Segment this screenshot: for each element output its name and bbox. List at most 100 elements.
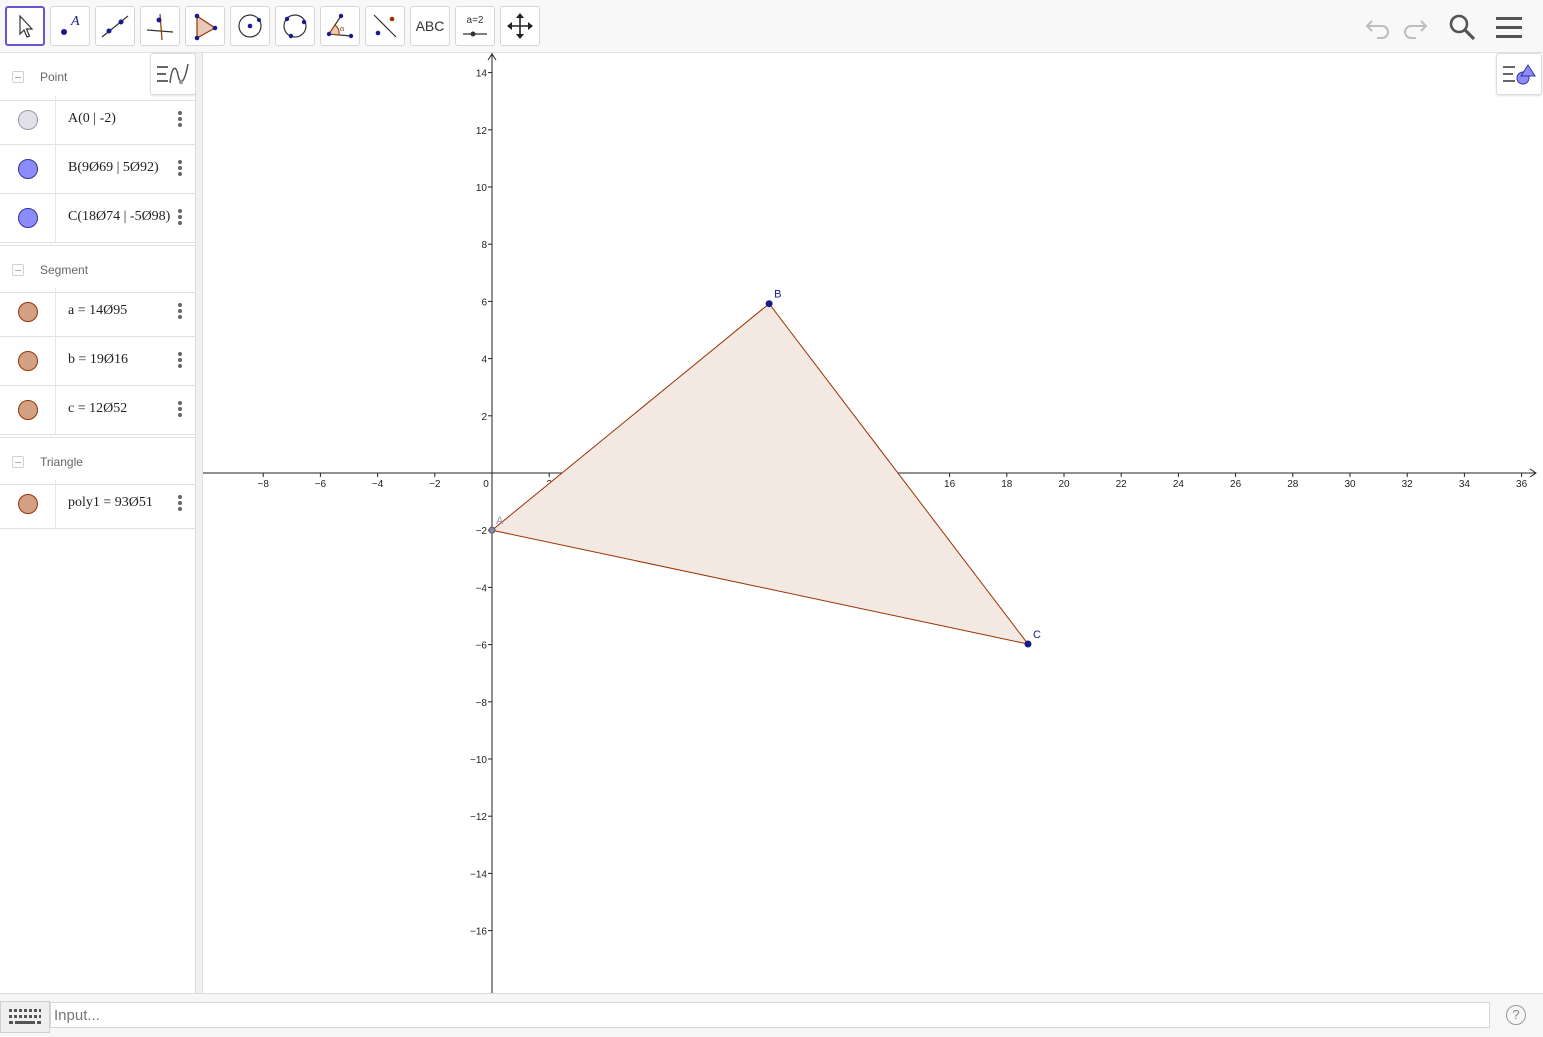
algebra-value[interactable]: C(18Ø74 | -5Ø98) (68, 209, 178, 225)
circle-three-points-icon (283, 14, 307, 39)
y-tick-label: −6 (476, 641, 488, 652)
svg-text:α: α (340, 24, 345, 33)
algebra-input-field[interactable] (50, 1002, 1490, 1028)
line-through-two-points-icon (101, 15, 129, 38)
slider-icon-label: a=2 (466, 15, 484, 26)
visibility-toggle-icon[interactable] (18, 494, 38, 514)
algebra-item-C[interactable]: C(18Ø74 | -5Ø98) (0, 194, 195, 243)
algebra-item-b[interactable]: b = 19Ø16 (0, 337, 195, 386)
move-graphics-tool-button[interactable] (500, 6, 540, 46)
algebra-item-B[interactable]: B(9Ø69 | 5Ø92) (0, 145, 195, 194)
point-tool-button[interactable]: A (50, 6, 90, 46)
algebra-value[interactable]: b = 19Ø16 (68, 352, 178, 368)
reflect-about-line-icon (373, 14, 397, 38)
group-title: Point (40, 70, 68, 84)
marble-cell (0, 288, 56, 336)
visibility-toggle-icon[interactable] (18, 302, 38, 322)
line-tool-button[interactable] (95, 6, 135, 46)
algebra-item-a[interactable]: a = 14Ø95 (0, 288, 195, 337)
point-A[interactable] (488, 526, 496, 534)
circle-center-point-icon (238, 14, 262, 38)
move-tool-button[interactable] (5, 6, 45, 46)
view-divider[interactable] (196, 53, 203, 993)
y-tick-label: 8 (481, 240, 487, 251)
circle-three-points-tool-button[interactable] (275, 6, 315, 46)
algebra-style-bar-button[interactable] (150, 53, 196, 95)
marble-cell (0, 194, 56, 242)
triangle-poly1[interactable] (490, 302, 1030, 645)
x-tick-label: 22 (1116, 479, 1128, 490)
triangle-polygon[interactable] (490, 302, 1030, 645)
redo-button[interactable] (1398, 10, 1432, 44)
text-tool-button[interactable]: ABC (410, 6, 450, 46)
visibility-toggle-icon[interactable] (18, 159, 38, 179)
y-tick-label: −10 (470, 755, 487, 766)
help-icon[interactable]: ? (1506, 1005, 1526, 1025)
x-tick-label: 34 (1459, 479, 1471, 490)
point-label-B: B (774, 289, 781, 301)
reflect-tool-button[interactable] (365, 6, 405, 46)
point-C[interactable] (1024, 640, 1032, 648)
algebra-view: Point A(0 | -2) B(9Ø69 | 5Ø92) C(18Ø74 |… (0, 53, 196, 993)
algebra-value[interactable]: B(9Ø69 | 5Ø92) (68, 160, 178, 176)
y-tick-label: −8 (476, 698, 488, 709)
algebra-item-poly1[interactable]: poly1 = 93Ø51 (0, 480, 195, 529)
graphics-canvas[interactable]: −8−6−4−202468101214161820222426283032343… (203, 53, 1543, 993)
more-options-icon[interactable] (177, 158, 183, 180)
main-menu-button[interactable] (1492, 10, 1526, 44)
collapse-icon[interactable] (12, 456, 24, 468)
x-tick-label: −4 (372, 479, 384, 490)
algebra-value[interactable]: poly1 = 93Ø51 (68, 495, 178, 511)
more-options-icon[interactable] (177, 207, 183, 229)
y-tick-label: 10 (476, 183, 488, 194)
input-bar: ? (0, 993, 1543, 1037)
angle-icon: α (326, 13, 354, 39)
y-tick-label: 6 (481, 297, 487, 308)
collapse-icon[interactable] (12, 264, 24, 276)
graphics-view[interactable]: −8−6−4−202468101214161820222426283032343… (203, 53, 1543, 993)
visibility-toggle-icon[interactable] (18, 351, 38, 371)
visibility-toggle-icon[interactable] (18, 400, 38, 420)
marble-cell (0, 386, 56, 434)
group-title: Segment (40, 263, 89, 277)
algebra-value[interactable]: c = 12Ø52 (68, 401, 178, 417)
more-options-icon[interactable] (177, 301, 183, 323)
visibility-toggle-icon[interactable] (18, 208, 38, 228)
redo-icon (1404, 20, 1428, 39)
more-options-icon[interactable] (177, 493, 183, 515)
algebra-value[interactable]: A(0 | -2) (68, 111, 178, 127)
collapse-icon[interactable] (12, 71, 24, 83)
more-options-icon[interactable] (177, 109, 183, 131)
group-header-triangle[interactable]: Triangle (0, 437, 195, 485)
angle-tool-button[interactable]: α (320, 6, 360, 46)
y-tick-label: −2 (476, 526, 488, 537)
group-header-segment[interactable]: Segment (0, 245, 195, 293)
keyboard-toggle-button[interactable] (0, 1001, 50, 1033)
svg-text:A: A (70, 14, 80, 29)
y-tick-label: 2 (481, 412, 487, 423)
circle-tool-button[interactable] (230, 6, 270, 46)
polygon-tool-button[interactable] (185, 6, 225, 46)
point-B[interactable] (765, 300, 773, 308)
point-label-C: C (1033, 629, 1041, 641)
undo-icon (1365, 20, 1389, 39)
x-tick-label: −6 (315, 479, 327, 490)
algebra-item-A[interactable]: A(0 | -2) (0, 96, 195, 145)
graphics-style-bar-button[interactable] (1496, 53, 1542, 95)
search-button[interactable] (1445, 10, 1479, 44)
y-tick-label: 4 (481, 355, 487, 366)
algebra-value[interactable]: a = 14Ø95 (68, 303, 178, 319)
graphics-style-icon (1503, 64, 1536, 85)
perpendicular-line-icon (146, 13, 174, 41)
more-options-icon[interactable] (177, 350, 183, 372)
x-tick-label: 16 (944, 479, 956, 490)
algebra-style-icon (157, 63, 189, 85)
perpendicular-line-tool-button[interactable] (140, 6, 180, 46)
slider-tool-button[interactable]: a=2 (455, 6, 495, 46)
more-options-icon[interactable] (177, 399, 183, 421)
x-tick-label: 28 (1287, 479, 1299, 490)
group-title: Triangle (40, 455, 83, 469)
algebra-item-c[interactable]: c = 12Ø52 (0, 386, 195, 435)
undo-button[interactable] (1361, 10, 1395, 44)
visibility-toggle-icon[interactable] (18, 110, 38, 130)
